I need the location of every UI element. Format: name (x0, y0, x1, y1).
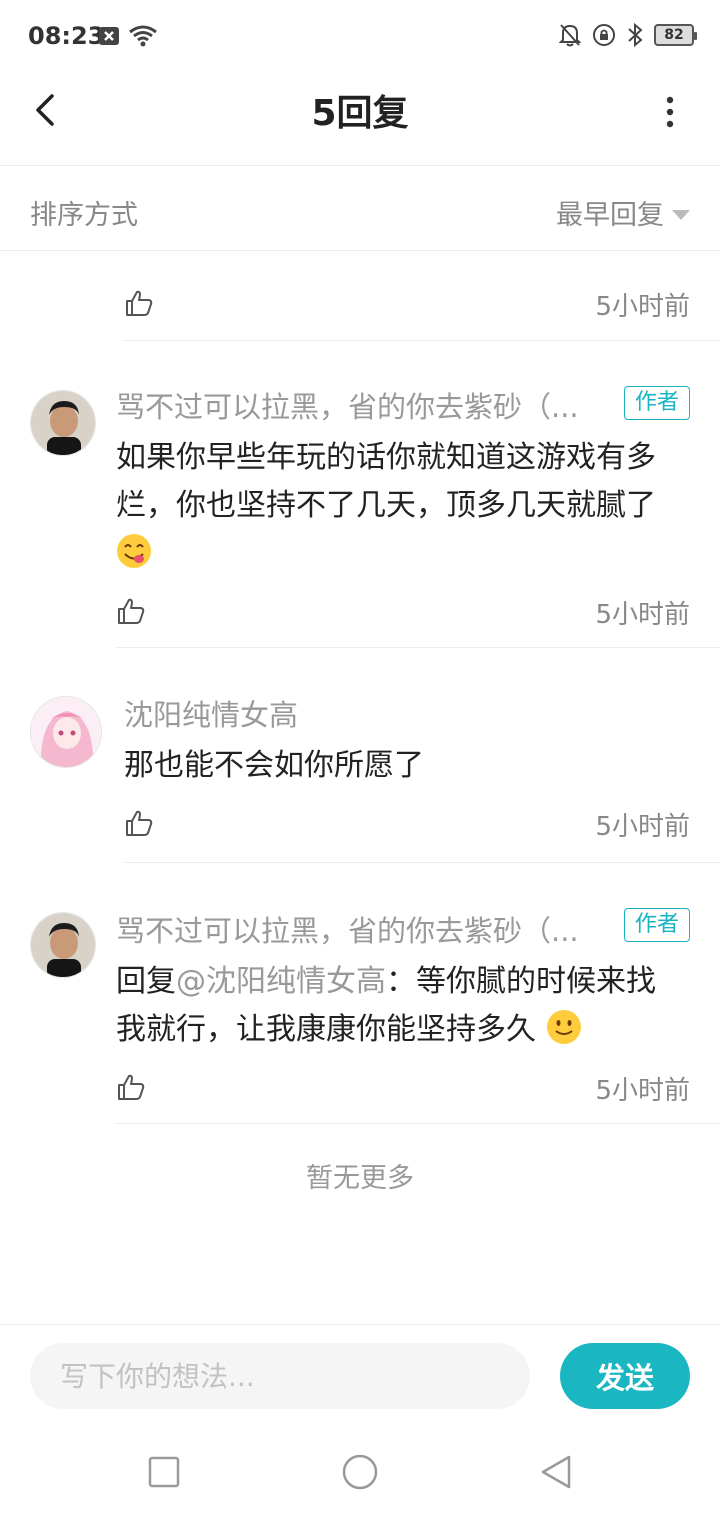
status-left-icons (98, 24, 158, 48)
avatar[interactable] (30, 390, 96, 456)
mention-link[interactable]: @沈阳纯情女高 (176, 964, 386, 999)
reply-time: 5小时前 (595, 1076, 690, 1106)
reply-content: 那也能不会如你所愿了 (124, 748, 424, 783)
reply-time: 5小时前 (595, 812, 690, 842)
comment-input[interactable] (30, 1343, 530, 1409)
avatar[interactable] (30, 912, 96, 978)
send-button[interactable]: 发送 (560, 1343, 690, 1409)
partial-reply-actions: 5小时前 (0, 286, 720, 326)
reply-prefix: 回复 (116, 964, 176, 999)
sort-bar: 排序方式 最早回复 (0, 167, 720, 251)
reply-content-text: ：等你腻的时候来找 (386, 964, 656, 999)
reply-item: 沈阳纯情女高 那也能不会如你所愿了 5小时前 (0, 680, 720, 860)
reply-time: 5小时前 (595, 292, 690, 322)
avatar-anime-girl (31, 697, 101, 767)
thumbs-up-icon[interactable] (116, 596, 146, 626)
sort-value-label: 最早回复 (556, 200, 664, 231)
bluetooth-icon (628, 22, 643, 48)
reply-content-line: 我就行，让我康康你能坚持多久 (116, 1012, 536, 1047)
thumbs-up-icon[interactable] (124, 808, 154, 838)
system-nav-bar (0, 1424, 720, 1520)
avatar-photo-boy (31, 913, 95, 977)
home-circle-icon[interactable] (340, 1452, 380, 1492)
reply-content: 回复@沈阳纯情女高：等你腻的时候来找 我就行，让我康康你能坚持多久 (116, 958, 696, 1054)
divider (124, 862, 720, 863)
recents-square-icon[interactable] (144, 1452, 184, 1492)
avatar[interactable] (30, 696, 102, 768)
author-badge: 作者 (624, 908, 690, 942)
battery-icon: 82 (654, 24, 697, 46)
divider (116, 647, 720, 648)
thumbs-up-icon[interactable] (124, 288, 154, 318)
reply-content: 如果你早些年玩的话你就知道这游戏有多 烂，你也坚持不了几天，顶多几天就腻了 (116, 434, 696, 578)
reply-actions: 5小时前 (0, 806, 720, 846)
mute-bell-icon (558, 24, 582, 47)
back-triangle-icon[interactable] (536, 1452, 576, 1492)
no-more-label: 暂无更多 (306, 1163, 414, 1194)
avatar-photo-boy (31, 391, 95, 455)
author-badge: 作者 (624, 386, 690, 420)
status-right-icons: 82 (558, 22, 697, 48)
reply-content-line: 如果你早些年玩的话你就知道这游戏有多 (116, 440, 656, 475)
thumbs-up-icon[interactable] (116, 1072, 146, 1102)
username[interactable]: 骂不过可以拉黑，省的你去紫砂（... (116, 384, 606, 426)
clipped-text-fragment (124, 252, 464, 264)
reply-list[interactable]: 5小时前 骂不过可以拉黑，省的你去紫砂（... 作者 如果你早些年玩的话你就知道… (0, 252, 720, 1324)
more-vertical-icon[interactable] (660, 92, 680, 132)
page-title: 5回复 (311, 93, 409, 134)
username[interactable]: 沈阳纯情女高 (124, 692, 604, 734)
reply-item: 骂不过可以拉黑，省的你去紫砂（... 作者 如果你早些年玩的话你就知道这游戏有多… (0, 372, 720, 646)
header: 5回复 (0, 72, 720, 166)
reply-item: 骂不过可以拉黑，省的你去紫砂（... 作者 回复@沈阳纯情女高：等你腻的时候来找… (0, 894, 720, 1122)
battery-level: 82 (664, 27, 684, 43)
wifi-icon (129, 25, 157, 47)
partial-reply-content (124, 252, 464, 272)
reply-content-line: 烂，你也坚持不了几天，顶多几天就腻了 (116, 488, 656, 523)
yum-emoji-icon (117, 534, 151, 568)
close-box-icon (99, 27, 119, 45)
rotation-lock-icon (593, 24, 615, 46)
smile-emoji-icon (546, 1010, 581, 1044)
sort-label: 排序方式 (30, 200, 138, 231)
status-time: 08:23 (28, 22, 105, 50)
divider (116, 1123, 720, 1124)
username[interactable]: 骂不过可以拉黑，省的你去紫砂（... (116, 908, 606, 950)
reply-time: 5小时前 (595, 600, 690, 630)
sort-dropdown[interactable]: 最早回复 (556, 193, 690, 232)
reply-actions: 5小时前 (0, 594, 720, 634)
reply-actions: 5小时前 (0, 1070, 720, 1110)
divider (124, 340, 720, 341)
caret-down-icon (672, 209, 690, 220)
status-bar: 08:23 82 (0, 0, 720, 72)
comment-input-bar: 发送 (0, 1324, 720, 1424)
